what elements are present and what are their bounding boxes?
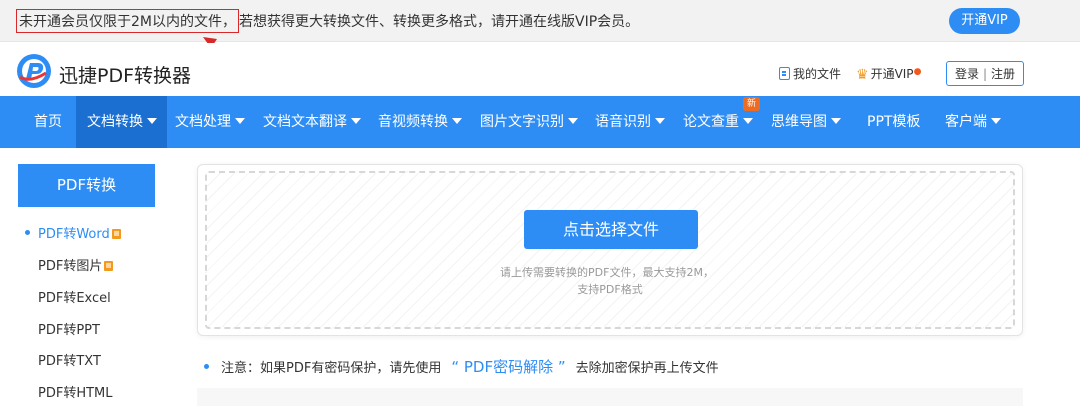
upload-hint-text1: 请上传需要转换的PDF文件，最大支持2M， xyxy=(500,266,714,279)
upload-panel xyxy=(197,164,1023,336)
nav-client[interactable]: 客户端 xyxy=(945,96,1001,148)
nav-doc-convert-label: 文档转换 xyxy=(87,114,143,130)
note-suffix: 去除加密保护再上传文件 xyxy=(575,361,719,376)
nav-speech-label: 语音识别 xyxy=(595,114,651,130)
my-files-label: 我的文件 xyxy=(793,67,842,81)
sidebar-item-label: PDF转PPT xyxy=(38,323,100,338)
auth-box: 登录 | 注册 xyxy=(946,61,1024,86)
header-vip-link[interactable]: ♛ 开通VIP● xyxy=(856,65,921,83)
sidebar-item-pdf-to-txt[interactable]: PDF转TXT xyxy=(38,350,101,369)
nav-translate-label: 文档文本翻译 xyxy=(263,114,347,130)
note-prefix: 注意：如果PDF有密码保护，请先使用 xyxy=(221,361,442,376)
nav-speech[interactable]: 语音识别 xyxy=(595,96,665,148)
nav-doc-process-label: 文档处理 xyxy=(175,114,231,130)
sidebar-title[interactable]: PDF转换 xyxy=(18,164,155,207)
sidebar-item-label: PDF转HTML xyxy=(38,386,113,401)
chevron-down-icon xyxy=(235,118,245,124)
sidebar-item-pdf-to-word[interactable]: PDF转Word xyxy=(38,223,121,242)
upload-hint-line1: 请上传需要转换的PDF文件，最大支持2M， xyxy=(0,264,1080,280)
nav-plagiarism-label: 论文查重 xyxy=(683,114,739,130)
nav-ocr-label: 图片文字识别 xyxy=(480,114,564,130)
nav-ppt-label: PPT模板 xyxy=(867,114,921,130)
chevron-down-icon xyxy=(452,118,462,124)
nav-av-convert[interactable]: 音视频转换 xyxy=(378,96,462,148)
open-vip-button[interactable]: 开通VIP xyxy=(949,8,1020,34)
bullet-icon xyxy=(204,364,209,369)
brand-name: 迅捷PDF转换器 xyxy=(59,65,192,87)
nav-translate[interactable]: 文档文本翻译 xyxy=(263,96,361,148)
sidebar-item-label: PDF转Word xyxy=(38,227,110,242)
register-link[interactable]: 注册 xyxy=(991,65,1015,82)
nav-home-label: 首页 xyxy=(34,114,62,130)
nav-ppt[interactable]: PPT模板 xyxy=(867,96,920,148)
chevron-down-icon xyxy=(655,118,665,124)
bottom-panel xyxy=(197,388,1023,406)
nav-doc-convert[interactable]: 文档转换 xyxy=(76,96,167,148)
site-header: 迅捷PDF转换器 我的文件 ♛ 开通VIP● 登录 | 注册 xyxy=(0,43,1080,96)
sidebar-item-label: PDF转TXT xyxy=(38,354,101,369)
choose-file-button[interactable]: 点击选择文件 xyxy=(524,210,698,249)
chevron-down-icon xyxy=(147,118,157,124)
chevron-down-icon xyxy=(743,118,753,124)
logo-icon[interactable] xyxy=(16,53,52,89)
my-files-link[interactable]: 我的文件 xyxy=(779,65,841,82)
sidebar-item-pdf-to-html[interactable]: PDF转HTML xyxy=(38,382,113,401)
sidebar-list: PDF转Word PDF转图片 PDF转Excel PDF转PPT PDF转TX… xyxy=(18,207,155,406)
login-link[interactable]: 登录 xyxy=(955,65,979,82)
vip-notice-text: 未开通会员仅限于2M以内的文件， 若想获得更大转换文件、转换更多格式，请开通在线版… xyxy=(16,9,639,33)
upload-hint-line2: 支持PDF格式 xyxy=(0,281,1080,297)
nav-mindmap[interactable]: 思维导图 xyxy=(771,96,841,148)
chevron-down-icon xyxy=(991,118,1001,124)
nav-doc-process[interactable]: 文档处理 xyxy=(175,96,245,148)
vip-tag-icon xyxy=(111,229,121,239)
main-nav: 首页 文档转换 文档处理 文档文本翻译 音视频转换 图片文字识别 语音识别 论文… xyxy=(0,96,1080,148)
upload-dropzone[interactable] xyxy=(205,171,1015,329)
chevron-down-icon xyxy=(351,118,361,124)
nav-mindmap-label: 思维导图 xyxy=(771,114,827,130)
nav-client-label: 客户端 xyxy=(945,114,987,130)
crown-icon: ♛ xyxy=(856,67,869,83)
hot-icon: ● xyxy=(913,67,922,77)
nav-av-convert-label: 音视频转换 xyxy=(378,114,448,130)
nav-ocr[interactable]: 图片文字识别 xyxy=(480,96,578,148)
nav-home[interactable]: 首页 xyxy=(20,96,76,148)
password-note: 注意：如果PDF有密码保护，请先使用 “ PDF密码解除 ” 去除加密保护再上传文件 xyxy=(204,356,719,377)
active-dot-icon xyxy=(25,230,30,235)
auth-separator: | xyxy=(982,66,988,81)
sidebar-item-pdf-to-ppt[interactable]: PDF转PPT xyxy=(38,319,100,338)
new-badge: 新 xyxy=(743,97,760,111)
file-icon xyxy=(779,67,790,80)
header-vip-label: 开通VIP xyxy=(870,67,914,81)
chevron-down-icon xyxy=(568,118,578,124)
chevron-down-icon xyxy=(831,118,841,124)
pdf-unlock-link[interactable]: “ PDF密码解除 ” xyxy=(451,358,565,376)
vip-notice-bar: 未开通会员仅限于2M以内的文件， 若想获得更大转换文件、转换更多格式，请开通在线版… xyxy=(0,0,1080,42)
upload-hint-text2: 支持PDF格式 xyxy=(577,283,643,296)
notice-rest: 若想获得更大转换文件、转换更多格式，请开通在线版VIP会员。 xyxy=(239,14,640,30)
